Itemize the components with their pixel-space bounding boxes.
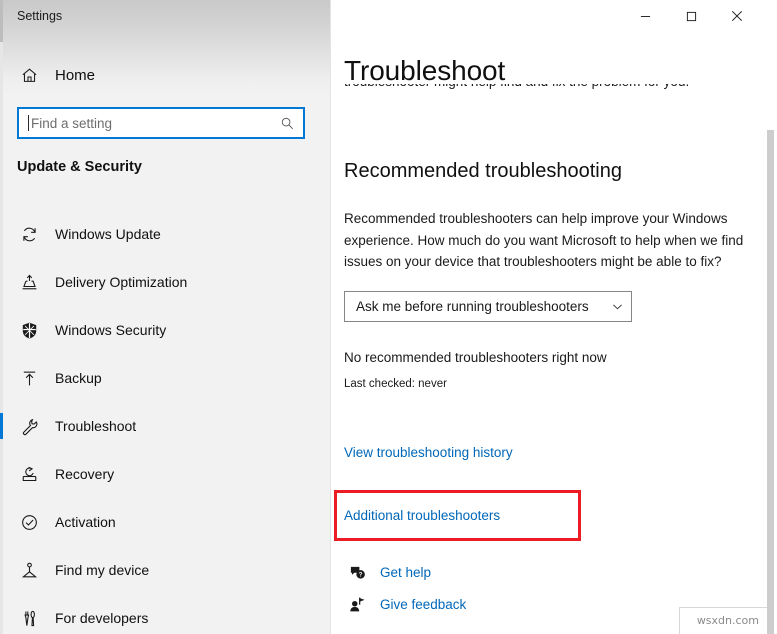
sidebar-item-label: Backup [55, 370, 102, 386]
sidebar-item-label: Windows Update [55, 226, 161, 242]
tools-icon [8, 609, 50, 628]
status-message: No recommended troubleshooters right now [344, 350, 607, 365]
footer-link-label[interactable]: Get help [380, 565, 431, 580]
help-bubble-icon: ? [344, 564, 370, 581]
search-input[interactable]: Find a setting [17, 107, 305, 139]
chevron-down-icon [603, 300, 631, 313]
footer-item-get-help[interactable]: ? Get help [344, 558, 644, 586]
sidebar-item-home[interactable]: Home [0, 60, 330, 90]
recommended-troubleshooting-dropdown[interactable]: Ask me before running troubleshooters [344, 291, 632, 322]
intro-text: troubleshooter might help find and fix t… [344, 84, 754, 92]
link-additional-troubleshooters[interactable]: Additional troubleshooters [344, 508, 500, 523]
sidebar-item-label: Windows Security [55, 322, 167, 338]
vertical-scrollbar-track[interactable] [761, 0, 777, 634]
search-field-wrapper[interactable]: Find a setting [17, 107, 305, 139]
intro-text-clipped-wrapper: troubleshooter might help find and fix t… [344, 84, 754, 110]
main-pane-divider [330, 0, 331, 634]
page-title: Troubleshoot [344, 55, 506, 86]
selection-accent [0, 269, 3, 295]
footer-links: ? Get help Give feedback [344, 558, 644, 622]
settings-window: Settings Home Find a setting Update & Se… [0, 0, 777, 634]
sidebar-item-windows-security[interactable]: Windows Security [0, 306, 330, 354]
sidebar-item-label: Delivery Optimization [55, 274, 188, 290]
sidebar-item-label: Recovery [55, 466, 115, 482]
selection-accent [0, 413, 3, 439]
sidebar-nav-list: Windows Update Delivery Optimization Win… [0, 210, 330, 634]
selection-accent [0, 461, 3, 487]
close-button[interactable] [714, 0, 760, 32]
minimize-button[interactable] [622, 0, 668, 32]
last-checked-text: Last checked: never [344, 378, 447, 390]
sidebar-item-backup[interactable]: Backup [0, 354, 330, 402]
selection-accent [0, 605, 3, 631]
vertical-scrollbar-thumb[interactable] [767, 130, 774, 634]
section-title-recommended-troubleshooting: Recommended troubleshooting [344, 160, 622, 182]
feedback-person-icon [344, 596, 370, 613]
recovery-icon [8, 465, 50, 484]
sidebar-item-delivery-optimization[interactable]: Delivery Optimization [0, 258, 330, 306]
sidebar-item-troubleshoot[interactable]: Troubleshoot [0, 402, 330, 450]
sidebar-item-label: Troubleshoot [55, 418, 137, 434]
sidebar-item-for-developers[interactable]: For developers [0, 594, 330, 634]
refresh-icon [8, 225, 50, 244]
section-description: Recommended troubleshooters can help imp… [344, 211, 744, 269]
home-icon [8, 66, 50, 85]
search-placeholder-text: Find a setting [31, 115, 113, 131]
sidebar-item-recovery[interactable]: Recovery [0, 450, 330, 498]
sidebar-item-find-my-device[interactable]: Find my device [0, 546, 330, 594]
sidebar-left-edge-shadow [0, 0, 3, 42]
maximize-button[interactable] [668, 0, 714, 32]
main-pane: Troubleshoot troubleshooter might help f… [330, 0, 777, 634]
sidebar-group-title: Update & Security [17, 159, 142, 175]
footer-link-label[interactable]: Give feedback [380, 597, 466, 612]
sidebar-item-label: For developers [55, 610, 149, 626]
sidebar-item-windows-update[interactable]: Windows Update [0, 210, 330, 258]
search-icon[interactable] [277, 113, 297, 133]
delivery-icon [8, 273, 50, 292]
sidebar-item-home-label: Home [55, 66, 96, 84]
sidebar: Settings Home Find a setting Update & Se… [0, 0, 330, 634]
selection-accent [0, 509, 3, 535]
footer-item-give-feedback[interactable]: Give feedback [344, 590, 644, 618]
scrollable-content: Troubleshoot troubleshooter might help f… [330, 0, 777, 634]
sidebar-item-label: Find my device [55, 562, 150, 578]
upload-arrow-icon [8, 369, 50, 388]
check-circle-icon [8, 513, 50, 532]
dropdown-selected-value: Ask me before running troubleshooters [356, 299, 589, 314]
selection-accent [0, 557, 3, 583]
wrench-icon [8, 417, 50, 436]
svg-text:?: ? [358, 572, 362, 578]
shield-icon [8, 321, 50, 340]
selection-accent [0, 365, 3, 391]
watermark-text: wsxdn.com [696, 614, 759, 627]
find-device-icon [8, 561, 50, 580]
window-title: Settings [17, 9, 63, 23]
sidebar-item-activation[interactable]: Activation [0, 498, 330, 546]
window-controls [622, 0, 760, 32]
sidebar-item-label: Activation [55, 514, 116, 530]
link-view-troubleshooting-history[interactable]: View troubleshooting history [344, 445, 513, 460]
text-caret [28, 115, 29, 131]
selection-accent [0, 317, 3, 343]
selection-accent [0, 221, 3, 247]
